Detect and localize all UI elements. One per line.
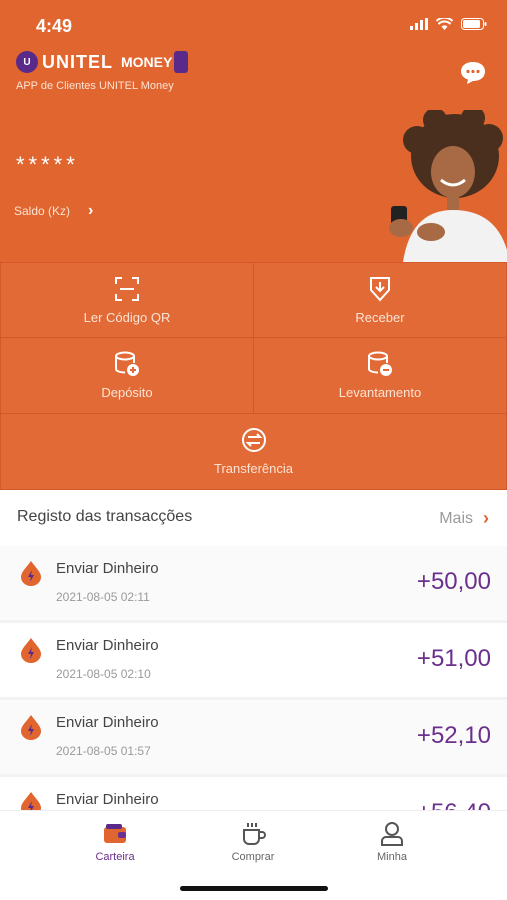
transactions-title: Registo das transacções	[17, 508, 193, 525]
transaction-name: Enviar Dinheiro	[56, 637, 159, 654]
transaction-name: Enviar Dinheiro	[56, 560, 159, 577]
action-label: Ler Código QR	[83, 309, 171, 325]
action-label: Depósito	[101, 385, 153, 400]
app-subtitle: APP de Clientes UNITEL Money	[16, 80, 174, 92]
action-label: Receber	[355, 309, 405, 325]
balance-masked[interactable]: *****	[16, 152, 79, 178]
promo-woman-photo	[389, 110, 507, 262]
withdraw-button[interactable]: Levantamento	[253, 337, 507, 414]
transaction-date: 2021-08-05 02:11	[56, 590, 150, 604]
status-icons	[410, 18, 487, 30]
more-label: Mais	[439, 509, 473, 527]
actions-grid: Ler Código QR Receber Depósito Levantame…	[0, 262, 507, 490]
transaction-name: Enviar Dinheiro	[56, 714, 159, 731]
battery-icon	[461, 18, 487, 30]
send-money-icon	[21, 715, 41, 740]
logo-mark: U	[16, 51, 38, 73]
wallet-icon	[104, 824, 126, 843]
transaction-amount: +51,00	[416, 645, 491, 672]
signal-icon	[410, 18, 428, 30]
tab-label: Minha	[377, 851, 407, 863]
tab-minha[interactable]: Minha	[342, 821, 442, 863]
send-money-icon	[21, 792, 41, 810]
send-money-icon	[21, 561, 41, 586]
transactions-list: Enviar Dinheiro 2021-08-05 02:11 +50,00 …	[0, 546, 507, 810]
home-indicator	[180, 886, 328, 891]
transaction-amount: +50,00	[416, 568, 491, 595]
deposit-icon	[115, 351, 139, 376]
balance-toggle[interactable]: Saldo (Kz) ›	[14, 202, 93, 220]
coffee-cup-icon	[243, 823, 266, 845]
action-label: Transferência	[214, 461, 293, 476]
transaction-amount: +56,40	[417, 799, 491, 810]
tab-comprar[interactable]: Comprar	[203, 821, 303, 863]
chevron-right-icon: ›	[483, 508, 489, 528]
tab-carteira[interactable]: Carteira	[65, 821, 165, 863]
chevron-right-icon: ›	[88, 202, 94, 219]
balance-label: Saldo (Kz)	[14, 204, 71, 218]
action-label: Levantamento	[338, 385, 422, 400]
transaction-date: 2021-08-05 02:10	[56, 667, 151, 681]
transaction-row[interactable]: Enviar Dinheiro 2021-08-05 01:57 +52,10	[0, 700, 507, 774]
transaction-date: 2021-08-05 01:57	[56, 744, 151, 758]
transaction-row[interactable]: Enviar Dinheiro 2021-08-05 02:11 +50,00	[0, 546, 507, 620]
transfer-button[interactable]: Transferência	[0, 413, 507, 490]
receive-icon	[370, 276, 390, 301]
withdraw-icon	[368, 351, 392, 376]
transaction-row[interactable]: Enviar Dinheiro 2021-08-05 02:10 +51,00	[0, 623, 507, 697]
scan-qr-button[interactable]: Ler Código QR	[0, 262, 254, 338]
transaction-amount: +52,10	[416, 722, 491, 749]
transfer-icon	[241, 428, 266, 452]
wifi-icon	[436, 18, 453, 30]
deposit-button[interactable]: Depósito	[0, 337, 254, 414]
more-link[interactable]: Mais ›	[439, 508, 489, 529]
send-money-icon	[21, 638, 41, 663]
status-time: 4:49	[36, 16, 73, 36]
logo-phone-icon	[174, 51, 189, 73]
tab-label: Comprar	[231, 851, 275, 863]
transactions-header: Registo das transacções Mais ›	[0, 490, 507, 546]
logo-money: MONEY	[121, 54, 173, 70]
chat-icon[interactable]	[459, 60, 487, 86]
transaction-name: Enviar Dinheiro	[56, 791, 159, 808]
receive-button[interactable]: Receber	[253, 262, 507, 338]
tab-label: Carteira	[95, 851, 135, 863]
profile-icon	[381, 822, 403, 846]
logo-text: UNITEL	[42, 51, 113, 72]
brand-logo: U UNITEL MONEY	[16, 48, 189, 76]
transaction-row[interactable]: Enviar Dinheiro +56,40	[0, 777, 507, 810]
status-bar: 4:49	[0, 0, 507, 50]
qr-scan-icon	[115, 276, 139, 301]
header: 4:49 U UNITEL MONEY APP de Clientes UNIT…	[0, 0, 507, 262]
